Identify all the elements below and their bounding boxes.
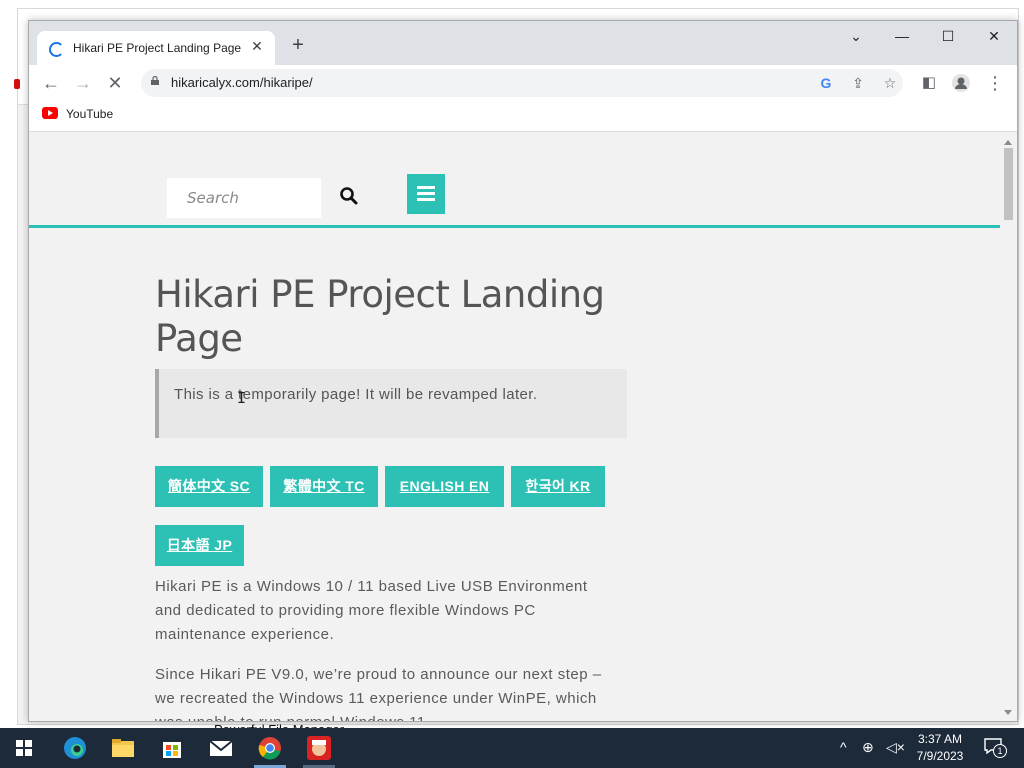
browser-tab[interactable]: Hikari PE Project Landing Page – ✕: [37, 31, 275, 65]
more-menu-icon[interactable]: ⋮: [983, 71, 1007, 95]
close-tab-icon[interactable]: ✕: [249, 38, 265, 54]
url-text: hikaricalyx.com/hikaripe/: [171, 75, 313, 90]
scroll-thumb[interactable]: [1004, 148, 1013, 220]
header-divider: [29, 225, 1000, 228]
lang-button-jp[interactable]: 日本語 JP: [155, 525, 244, 566]
lang-button-kr[interactable]: 한국어 KR: [511, 466, 605, 507]
bookmark-star-icon[interactable]: ☆: [881, 74, 899, 92]
file-explorer-icon[interactable]: [107, 732, 139, 764]
loading-spinner-icon: [49, 42, 64, 57]
mail-icon[interactable]: [205, 732, 237, 764]
lang-button-sc[interactable]: 簡体中文 SC: [155, 466, 263, 507]
network-globe-icon[interactable]: ⊕: [862, 739, 874, 756]
bookmarks-bar: YouTube: [29, 101, 1017, 132]
scroll-down-icon[interactable]: [1004, 710, 1012, 715]
close-window-button[interactable]: ✕: [971, 21, 1017, 51]
new-tab-button[interactable]: +: [287, 34, 309, 56]
store-icon[interactable]: [156, 732, 188, 764]
notice-blockquote: This is a temporarily page! It will be r…: [155, 369, 627, 438]
notification-center-icon[interactable]: 1: [984, 738, 1007, 758]
hamburger-menu-button[interactable]: [407, 174, 445, 214]
youtube-icon: [42, 107, 58, 119]
lock-icon: [151, 76, 159, 85]
minimize-button[interactable]: —: [879, 21, 925, 51]
system-clock[interactable]: 3:37 AM 7/9/2023: [910, 731, 970, 765]
notice-text: This is a temporarily page! It will be r…: [174, 386, 538, 403]
edge-icon[interactable]: [59, 732, 91, 764]
browser-toolbar: ← → ✕ hikaricalyx.com/hikaripe/ G ⇪ ☆ ◧ …: [29, 65, 1017, 101]
text-cursor-icon: I: [237, 389, 247, 407]
scroll-up-icon[interactable]: [1004, 140, 1012, 145]
background-window-red-icon: [14, 79, 20, 89]
lang-button-en[interactable]: ENGLISH EN: [385, 466, 504, 507]
notification-count-badge: 1: [993, 744, 1007, 758]
volume-muted-icon[interactable]: ◁×: [886, 739, 905, 756]
lang-button-tc[interactable]: 繁體中文 TC: [270, 466, 378, 507]
search-placeholder: Search: [187, 189, 239, 207]
tab-search-chevron-icon[interactable]: ⌄: [833, 21, 879, 51]
chrome-icon[interactable]: [254, 732, 286, 764]
clock-time: 3:37 AM: [917, 732, 963, 746]
address-bar[interactable]: hikaricalyx.com/hikaripe/ G ⇪ ☆: [141, 69, 903, 97]
announcement-paragraph: Since Hikari PE V9.0, we’re proud to ann…: [155, 666, 602, 721]
bookmark-label: YouTube: [66, 107, 114, 121]
stop-loading-icon[interactable]: ✕: [103, 71, 127, 95]
browser-window: Hikari PE Project Landing Page – ✕ + ⌄ —…: [28, 20, 1018, 722]
page-title: Hikari PE Project Landing Page: [155, 273, 605, 360]
google-lens-icon[interactable]: G: [817, 74, 835, 92]
intro-paragraph: Hikari PE is a Windows 10 / 11 based Liv…: [155, 578, 588, 643]
show-hidden-icons-chevron-icon[interactable]: ^: [840, 739, 847, 755]
web-page: Search Hikari PE Project Landing Page Th…: [29, 132, 1017, 721]
taskbar: ^ ⊕ ◁× 3:37 AM 7/9/2023 1: [0, 728, 1024, 768]
tab-title: Hikari PE Project Landing Page –: [73, 41, 243, 55]
clock-date: 7/9/2023: [916, 749, 964, 763]
start-windows-icon[interactable]: [8, 732, 40, 764]
back-arrow-icon[interactable]: ←: [39, 71, 63, 95]
share-icon[interactable]: ⇪: [849, 74, 867, 92]
page-scrollbar[interactable]: [1000, 132, 1017, 721]
forward-arrow-icon[interactable]: →: [71, 71, 95, 95]
maximize-button[interactable]: ☐: [925, 21, 971, 51]
side-panel-icon[interactable]: ◧: [917, 71, 941, 95]
search-icon[interactable]: [337, 184, 361, 208]
mario-game-icon[interactable]: [303, 732, 335, 764]
profile-icon[interactable]: [949, 71, 973, 95]
search-input[interactable]: Search: [167, 178, 321, 218]
tab-strip: Hikari PE Project Landing Page – ✕ + ⌄ —…: [29, 21, 1017, 65]
